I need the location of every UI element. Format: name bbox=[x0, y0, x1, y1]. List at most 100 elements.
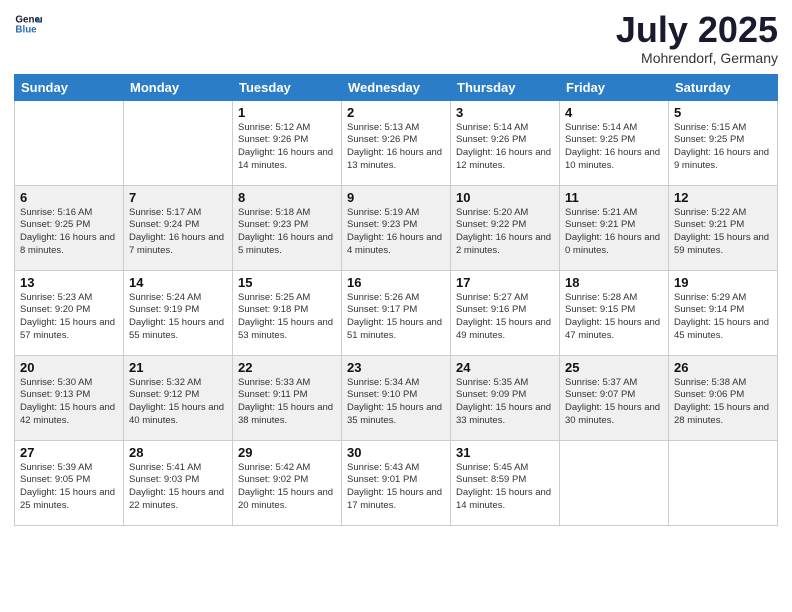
calendar-cell: 22Sunrise: 5:33 AM Sunset: 9:11 PM Dayli… bbox=[233, 355, 342, 440]
calendar-cell: 10 Sunrise: 5:20 AM Sunset: 9:22 PM Dayli… bbox=[451, 185, 560, 270]
day-number: 9 bbox=[347, 190, 445, 205]
logo: General Blue bbox=[14, 10, 44, 38]
calendar-cell: 24 Sunrise: 5:35 AM Sunset: 9:09 PM Dayli… bbox=[451, 355, 560, 440]
calendar-header-row: SundayMondayTuesdayWednesdayThursdayFrid… bbox=[15, 74, 778, 100]
day-number: 19 bbox=[674, 275, 772, 290]
day-number: 12 bbox=[674, 190, 772, 205]
day-number: 22 bbox=[238, 360, 336, 375]
day-info: Sunrise: 5:20 AM Sunset: 9:22 PM Dayligh… bbox=[456, 207, 554, 258]
day-info: Sunrise: 5:37 AM Sunset: 9:07 PM Dayligh… bbox=[565, 377, 663, 428]
calendar-week-4: 20 Sunrise: 5:30 AM Sunset: 9:13 PM Dayli… bbox=[15, 355, 778, 440]
day-info: Sunrise: 5:22 AM Sunset: 9:21 PM Dayligh… bbox=[674, 207, 772, 258]
day-number: 11 bbox=[565, 190, 663, 205]
day-info: Sunrise: 5:12 AM Sunset: 9:26 PM Dayligh… bbox=[238, 122, 336, 173]
day-info: Sunrise: 5:26 AM Sunset: 9:17 PM Dayligh… bbox=[347, 292, 445, 343]
day-info: Sunrise: 5:13 AM Sunset: 9:26 PM Dayligh… bbox=[347, 122, 445, 173]
calendar-week-5: 27Sunrise: 5:39 AM Sunset: 9:05 PM Dayli… bbox=[15, 440, 778, 525]
day-number: 26 bbox=[674, 360, 772, 375]
day-header-thursday: Thursday bbox=[451, 74, 560, 100]
day-info: Sunrise: 5:34 AM Sunset: 9:10 PM Dayligh… bbox=[347, 377, 445, 428]
calendar-week-2: 6 Sunrise: 5:16 AM Sunset: 9:25 PM Daylig… bbox=[15, 185, 778, 270]
day-number: 21 bbox=[129, 360, 227, 375]
day-info: Sunrise: 5:18 AM Sunset: 9:23 PM Dayligh… bbox=[238, 207, 336, 258]
day-number: 29 bbox=[238, 445, 336, 460]
day-info: Sunrise: 5:19 AM Sunset: 9:23 PM Dayligh… bbox=[347, 207, 445, 258]
calendar-cell bbox=[669, 440, 778, 525]
calendar-cell: 12 Sunrise: 5:22 AM Sunset: 9:21 PM Dayli… bbox=[669, 185, 778, 270]
day-number: 7 bbox=[129, 190, 227, 205]
calendar-cell: 13Sunrise: 5:23 AM Sunset: 9:20 PM Dayli… bbox=[15, 270, 124, 355]
day-info: Sunrise: 5:35 AM Sunset: 9:09 PM Dayligh… bbox=[456, 377, 554, 428]
day-number: 28 bbox=[129, 445, 227, 460]
day-info: Sunrise: 5:27 AM Sunset: 9:16 PM Dayligh… bbox=[456, 292, 554, 343]
day-info: Sunrise: 5:17 AM Sunset: 9:24 PM Dayligh… bbox=[129, 207, 227, 258]
calendar-cell: 31 Sunrise: 5:45 AM Sunset: 8:59 PM Dayli… bbox=[451, 440, 560, 525]
day-number: 1 bbox=[238, 105, 336, 120]
day-number: 24 bbox=[456, 360, 554, 375]
day-header-sunday: Sunday bbox=[15, 74, 124, 100]
calendar-week-1: 1 Sunrise: 5:12 AM Sunset: 9:26 PM Daylig… bbox=[15, 100, 778, 185]
calendar-cell: 16 Sunrise: 5:26 AM Sunset: 9:17 PM Dayli… bbox=[342, 270, 451, 355]
month-title: July 2025 bbox=[616, 10, 778, 50]
calendar-cell bbox=[124, 100, 233, 185]
day-number: 20 bbox=[20, 360, 118, 375]
day-header-wednesday: Wednesday bbox=[342, 74, 451, 100]
day-info: Sunrise: 5:14 AM Sunset: 9:26 PM Dayligh… bbox=[456, 122, 554, 173]
calendar-cell: 3 Sunrise: 5:14 AM Sunset: 9:26 PM Daylig… bbox=[451, 100, 560, 185]
calendar-cell: 21 Sunrise: 5:32 AM Sunset: 9:12 PM Dayli… bbox=[124, 355, 233, 440]
location: Mohrendorf, Germany bbox=[616, 50, 778, 66]
calendar-cell: 1 Sunrise: 5:12 AM Sunset: 9:26 PM Daylig… bbox=[233, 100, 342, 185]
calendar-cell: 27Sunrise: 5:39 AM Sunset: 9:05 PM Dayli… bbox=[15, 440, 124, 525]
day-number: 30 bbox=[347, 445, 445, 460]
day-info: Sunrise: 5:15 AM Sunset: 9:25 PM Dayligh… bbox=[674, 122, 772, 173]
day-number: 5 bbox=[674, 105, 772, 120]
day-number: 14 bbox=[129, 275, 227, 290]
day-info: Sunrise: 5:30 AM Sunset: 9:13 PM Dayligh… bbox=[20, 377, 118, 428]
calendar-cell: 11 Sunrise: 5:21 AM Sunset: 9:21 PM Dayli… bbox=[560, 185, 669, 270]
calendar-cell: 6 Sunrise: 5:16 AM Sunset: 9:25 PM Daylig… bbox=[15, 185, 124, 270]
day-info: Sunrise: 5:25 AM Sunset: 9:18 PM Dayligh… bbox=[238, 292, 336, 343]
calendar-cell bbox=[560, 440, 669, 525]
day-header-friday: Friday bbox=[560, 74, 669, 100]
day-number: 23 bbox=[347, 360, 445, 375]
day-number: 8 bbox=[238, 190, 336, 205]
day-info: Sunrise: 5:28 AM Sunset: 9:15 PM Dayligh… bbox=[565, 292, 663, 343]
title-block: July 2025 Mohrendorf, Germany bbox=[616, 10, 778, 66]
day-info: Sunrise: 5:41 AM Sunset: 9:03 PM Dayligh… bbox=[129, 462, 227, 513]
day-header-saturday: Saturday bbox=[669, 74, 778, 100]
day-number: 16 bbox=[347, 275, 445, 290]
day-header-monday: Monday bbox=[124, 74, 233, 100]
svg-text:Blue: Blue bbox=[15, 24, 37, 35]
calendar-cell bbox=[15, 100, 124, 185]
calendar-cell: 30Sunrise: 5:43 AM Sunset: 9:01 PM Dayli… bbox=[342, 440, 451, 525]
day-number: 31 bbox=[456, 445, 554, 460]
calendar-cell: 25 Sunrise: 5:37 AM Sunset: 9:07 PM Dayli… bbox=[560, 355, 669, 440]
day-number: 18 bbox=[565, 275, 663, 290]
day-info: Sunrise: 5:45 AM Sunset: 8:59 PM Dayligh… bbox=[456, 462, 554, 513]
day-number: 10 bbox=[456, 190, 554, 205]
calendar-page: General Blue July 2025 Mohrendorf, Germa… bbox=[0, 0, 792, 612]
calendar-cell: 14 Sunrise: 5:24 AM Sunset: 9:19 PM Dayli… bbox=[124, 270, 233, 355]
day-info: Sunrise: 5:42 AM Sunset: 9:02 PM Dayligh… bbox=[238, 462, 336, 513]
day-info: Sunrise: 5:32 AM Sunset: 9:12 PM Dayligh… bbox=[129, 377, 227, 428]
day-number: 25 bbox=[565, 360, 663, 375]
day-number: 2 bbox=[347, 105, 445, 120]
calendar-cell: 23 Sunrise: 5:34 AM Sunset: 9:10 PM Dayli… bbox=[342, 355, 451, 440]
page-header: General Blue July 2025 Mohrendorf, Germa… bbox=[14, 10, 778, 66]
day-info: Sunrise: 5:24 AM Sunset: 9:19 PM Dayligh… bbox=[129, 292, 227, 343]
calendar-cell: 9 Sunrise: 5:19 AM Sunset: 9:23 PM Daylig… bbox=[342, 185, 451, 270]
day-header-tuesday: Tuesday bbox=[233, 74, 342, 100]
calendar-cell: 17 Sunrise: 5:27 AM Sunset: 9:16 PM Dayli… bbox=[451, 270, 560, 355]
day-info: Sunrise: 5:39 AM Sunset: 9:05 PM Dayligh… bbox=[20, 462, 118, 513]
calendar-cell: 2 Sunrise: 5:13 AM Sunset: 9:26 PM Daylig… bbox=[342, 100, 451, 185]
day-info: Sunrise: 5:16 AM Sunset: 9:25 PM Dayligh… bbox=[20, 207, 118, 258]
calendar-cell: 20 Sunrise: 5:30 AM Sunset: 9:13 PM Dayli… bbox=[15, 355, 124, 440]
calendar-cell: 28 Sunrise: 5:41 AM Sunset: 9:03 PM Dayli… bbox=[124, 440, 233, 525]
day-info: Sunrise: 5:21 AM Sunset: 9:21 PM Dayligh… bbox=[565, 207, 663, 258]
day-number: 6 bbox=[20, 190, 118, 205]
calendar-cell: 29 Sunrise: 5:42 AM Sunset: 9:02 PM Dayli… bbox=[233, 440, 342, 525]
day-info: Sunrise: 5:29 AM Sunset: 9:14 PM Dayligh… bbox=[674, 292, 772, 343]
day-number: 3 bbox=[456, 105, 554, 120]
day-number: 17 bbox=[456, 275, 554, 290]
day-info: Sunrise: 5:14 AM Sunset: 9:25 PM Dayligh… bbox=[565, 122, 663, 173]
